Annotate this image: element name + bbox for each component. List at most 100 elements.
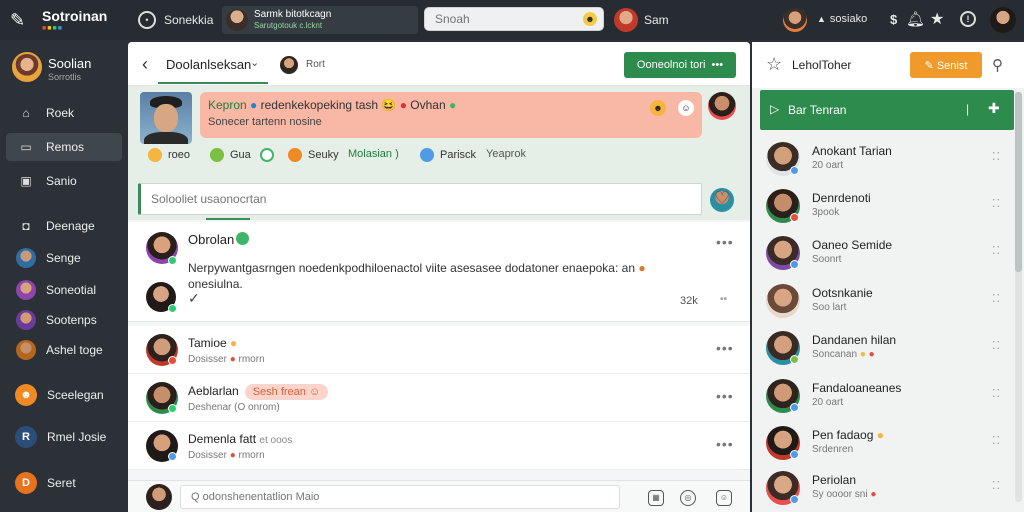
- sidebar-item-messages[interactable]: ▭ Remos: [6, 133, 122, 161]
- search-input[interactable]: [425, 8, 575, 30]
- avatar[interactable]: [280, 56, 298, 74]
- emoji-icon[interactable]: ☺: [716, 490, 732, 506]
- contact-item[interactable]: Periolan Sy oooor sni ● ⁚⁚: [760, 465, 1014, 511]
- emoji-icon: ●: [230, 336, 238, 350]
- banner-message[interactable]: Kepron ● redenkekopeking tash 😆 ● Ovhan …: [200, 92, 702, 138]
- emoji-icon[interactable]: ☻: [583, 12, 597, 26]
- panel-action-button[interactable]: ✎ Senist: [910, 52, 982, 78]
- image-icon[interactable]: ▦: [648, 490, 664, 506]
- contact-item[interactable]: Pen fadaog ● Srdenren ⁚⁚: [760, 420, 1014, 466]
- drag-handle-icon[interactable]: ⁚⁚: [992, 387, 1001, 400]
- reaction[interactable]: roeo: [148, 148, 190, 162]
- drag-handle-icon[interactable]: ⁚⁚: [992, 434, 1001, 447]
- check-icon[interactable]: ✓: [188, 290, 200, 307]
- search-box[interactable]: ☻: [424, 7, 604, 31]
- drag-handle-icon[interactable]: ⁚⁚: [992, 479, 1001, 492]
- drag-handle-icon[interactable]: ⁚⁚: [992, 339, 1001, 352]
- conversation-chip[interactable]: Sarmk bitotkcagn Sarutgotouk c.lcknt: [222, 6, 418, 34]
- status-indicator: [168, 356, 177, 365]
- emoji-icon[interactable]: ☻: [650, 100, 666, 116]
- more-icon[interactable]: •••: [716, 340, 734, 356]
- sidebar-item-video[interactable]: ▣ Sanio: [6, 167, 122, 195]
- reaction[interactable]: Parisck: [420, 148, 476, 162]
- chip-title: Sarmk bitotkcagn: [254, 9, 332, 20]
- drag-handle-icon[interactable]: ⁚⁚: [992, 197, 1001, 210]
- star-outline-icon[interactable]: ☆: [766, 54, 782, 75]
- scrollbar[interactable]: [1015, 92, 1022, 502]
- reaction[interactable]: Molasian ): [348, 148, 399, 160]
- more-icon[interactable]: ••: [720, 294, 727, 305]
- contact-status: Soncanan: [812, 349, 858, 360]
- drag-handle-icon[interactable]: ⁚⁚: [992, 292, 1001, 305]
- contact-item[interactable]: Dandanen hilan Soncanan ● ● ⁚⁚: [760, 325, 1014, 371]
- dollar-icon[interactable]: $: [890, 12, 897, 27]
- search-icon[interactable]: ⚲: [992, 56, 1003, 74]
- banner-line2: Sonecer tartenn nosine: [208, 116, 322, 128]
- post-author[interactable]: Obrolan: [188, 232, 234, 247]
- puzzle-icon[interactable]: ✚: [988, 100, 1000, 117]
- sidebar-item-contact[interactable]: Sootenps: [6, 306, 122, 334]
- contact-item[interactable]: Denrdenoti 3pook ⁚⁚: [760, 183, 1014, 229]
- avatar[interactable]: [614, 8, 638, 32]
- contact-status: Sy oooor sni: [812, 489, 868, 500]
- profile[interactable]: Soolian Sorrotlis: [8, 50, 124, 90]
- heart-icon[interactable]: ♡: [714, 188, 730, 209]
- more-icon[interactable]: •••: [716, 234, 734, 250]
- message-input[interactable]: [180, 485, 620, 509]
- nav-button[interactable]: • Sonekkia: [138, 11, 213, 29]
- active-conversation-title: Bar Tenran: [788, 103, 847, 117]
- sidebar-item-group[interactable]: ☻ Sceelegan: [6, 381, 122, 409]
- composer-input[interactable]: [141, 184, 681, 214]
- banner-photo[interactable]: [140, 92, 192, 144]
- sidebar-item-group[interactable]: R Rmel Josie: [6, 423, 122, 451]
- emoji-icon: ●: [638, 261, 646, 275]
- star-icon[interactable]: ★: [930, 9, 944, 29]
- avatar[interactable]: [708, 92, 736, 120]
- user-avatar[interactable]: [990, 7, 1016, 33]
- sidebar-item-camera[interactable]: ◘ Deenage: [6, 212, 122, 240]
- contact-item[interactable]: Ootsnkanie Soo lart ⁚⁚: [760, 278, 1014, 324]
- title-underline: [158, 82, 268, 84]
- emoji-icon: ●: [229, 354, 236, 365]
- more-icon[interactable]: •••: [716, 436, 734, 452]
- bell-icon[interactable]: 🔔︎: [906, 10, 925, 28]
- sidebar-item-contact[interactable]: Soneotial: [6, 276, 122, 304]
- drag-handle-icon[interactable]: ⁚⁚: [992, 150, 1001, 163]
- drag-handle-icon[interactable]: ⁚⁚: [992, 244, 1001, 257]
- online-indicator: [168, 304, 177, 313]
- contact-item[interactable]: Oaneo Semide Soonrt ⁚⁚: [760, 230, 1014, 276]
- chevron-down-icon[interactable]: ⌄: [250, 56, 259, 69]
- contact-name: Pen fadaog: [812, 428, 874, 442]
- status-indicator: [790, 403, 799, 412]
- gif-icon[interactable]: ◎: [680, 490, 696, 506]
- page-title[interactable]: Doolanlseksan: [166, 57, 251, 72]
- back-arrow-icon[interactable]: ‹: [142, 54, 148, 75]
- sidebar-item-home[interactable]: ⌂ Roek: [6, 99, 122, 127]
- reaction[interactable]: [260, 148, 280, 162]
- avatar[interactable]: [146, 484, 172, 510]
- play-icon: ▷: [770, 102, 780, 116]
- status-button[interactable]: ▲ sosiako: [817, 13, 867, 25]
- emoji-icon[interactable]: ☺: [678, 100, 694, 116]
- list-item[interactable]: Demenla fatt et ooos Dosisser ● rmorn ••…: [128, 422, 750, 470]
- composer[interactable]: [138, 183, 702, 215]
- contact-item[interactable]: Fandaloaneanes 20 oart ⁚⁚: [760, 373, 1014, 419]
- list-item[interactable]: Aeblarlan Sesh frean ☺ Deshenar (O onrom)…: [128, 374, 750, 422]
- contact-item[interactable]: Anokant Tarian 20 oart ⁚⁚: [760, 136, 1014, 182]
- header-action-button[interactable]: Ooneolnoi tori •••: [624, 52, 736, 78]
- app-logo[interactable]: ✎ Sotroinan ■■■■: [10, 6, 120, 34]
- reaction[interactable]: Seuky: [288, 148, 339, 162]
- info-icon[interactable]: !: [960, 11, 976, 27]
- sidebar-item-contact[interactable]: Senge: [6, 244, 122, 272]
- sidebar-item-group[interactable]: D Seret: [6, 469, 122, 497]
- more-icon[interactable]: •••: [716, 388, 734, 404]
- active-conversation-bar[interactable]: ▷ Bar Tenran | ✚: [760, 90, 1014, 130]
- reaction[interactable]: Yeaprok: [486, 148, 526, 160]
- avatar[interactable]: [783, 8, 807, 32]
- sidebar-item-contact[interactable]: Ashel toge: [6, 336, 122, 364]
- main-header: ‹ Doolanlseksan ⌄ Rort Ooneolnoi tori ••…: [128, 42, 750, 86]
- list-item[interactable]: Tamioe ● Dosisser ● rmorn •••: [128, 326, 750, 374]
- reaction[interactable]: Gua: [210, 148, 251, 162]
- scrollbar-thumb[interactable]: [1015, 92, 1022, 272]
- globe-icon: ●: [250, 98, 258, 112]
